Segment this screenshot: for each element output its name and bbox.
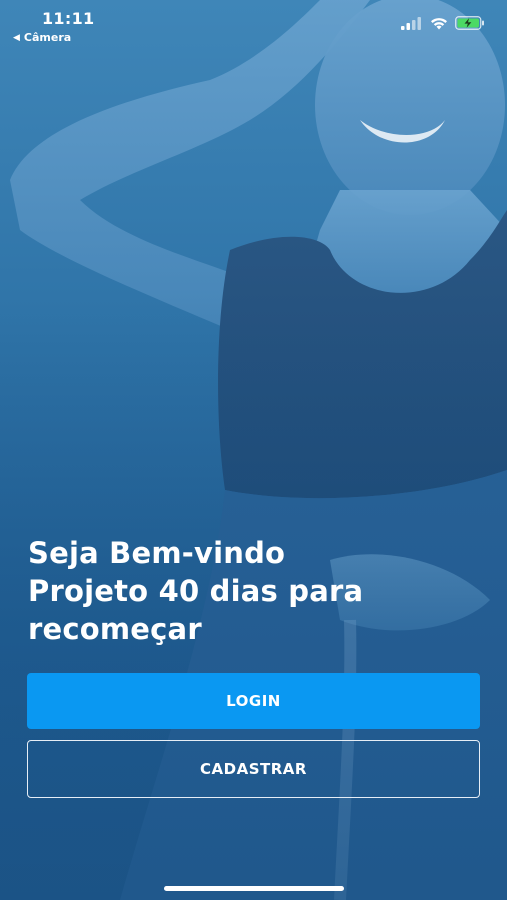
welcome-line-1: Seja Bem-vindo [28,536,286,570]
wifi-icon [431,17,447,29]
welcome-screen: 11:11 ◀ Câmera Seja Bem-vindo Projeto 40… [0,0,507,900]
signal-icon [401,16,421,30]
login-button-label: LOGIN [226,692,281,710]
welcome-line-3: recomeçar [28,612,202,646]
back-arrow-icon: ◀ [13,32,20,43]
login-button[interactable]: LOGIN [27,673,480,729]
register-button-label: CADASTRAR [200,760,307,778]
register-button[interactable]: CADASTRAR [27,740,480,798]
welcome-heading: Seja Bem-vindo Projeto 40 dias para reco… [28,534,488,648]
back-link-label: Câmera [23,31,72,44]
back-to-camera-link[interactable]: ◀ Câmera [13,31,71,44]
battery-charging-icon [455,16,484,30]
status-time: 11:11 [42,9,95,28]
status-icons [401,16,485,30]
home-indicator[interactable] [164,886,344,891]
status-bar: 11:11 ◀ Câmera [0,0,507,48]
welcome-line-2: Projeto 40 dias para [28,574,364,608]
